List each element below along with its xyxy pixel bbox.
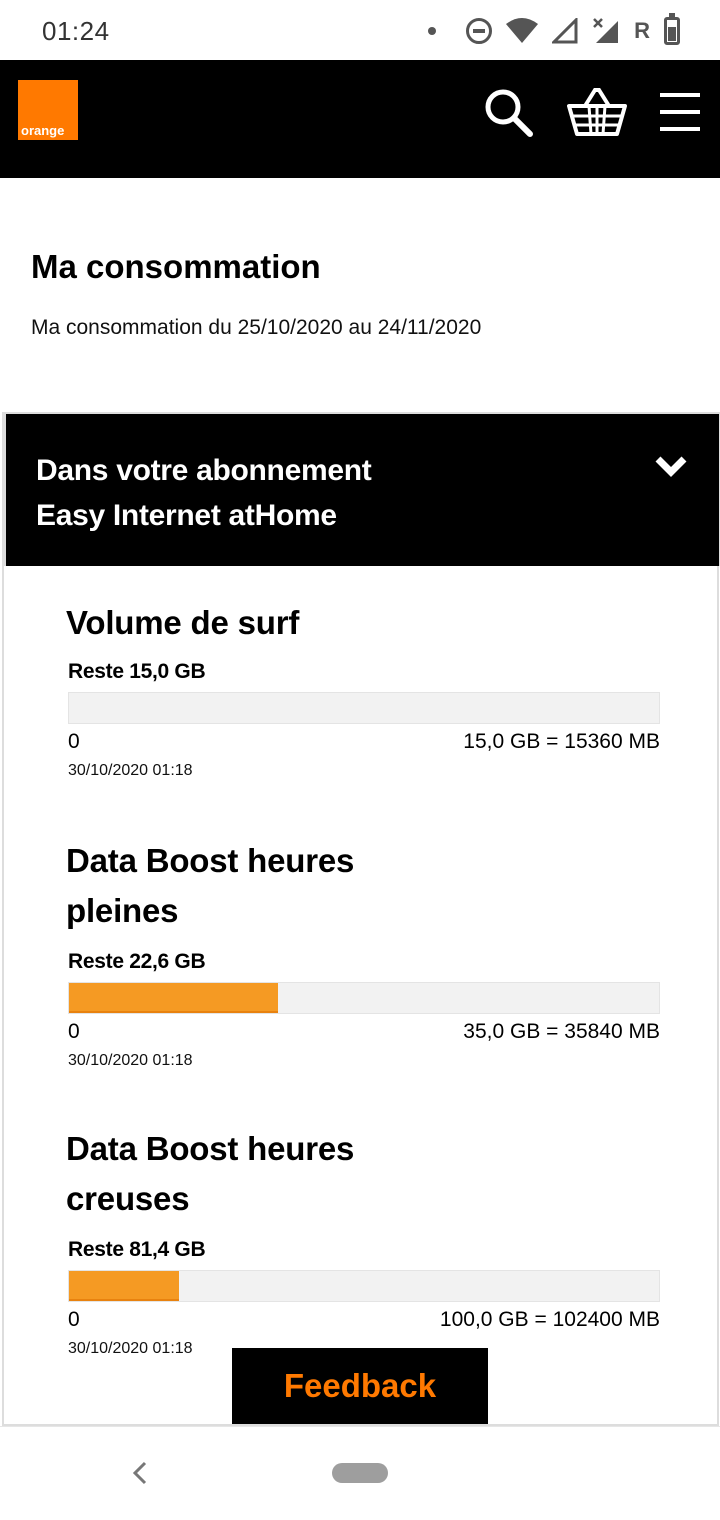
status-bar: 01:24 R	[0, 0, 720, 60]
usage-title: Data Boost heures pleines	[66, 836, 660, 936]
usage-progress-fill	[69, 983, 278, 1013]
back-icon	[132, 1461, 147, 1485]
do-not-disturb-icon	[466, 18, 493, 44]
accordion-header[interactable]: Dans votre abonnement Easy Internet atHo…	[4, 412, 720, 566]
usage-progress-bar	[68, 982, 660, 1014]
signal-icon	[552, 18, 578, 44]
cart-button[interactable]	[566, 84, 628, 140]
usage-data-boost-heures-creuses: Data Boost heures creuses Reste 81,4 GB …	[66, 1124, 660, 1364]
usage-progress-fill	[69, 1271, 179, 1301]
subscription-accordion: Dans votre abonnement Easy Internet atHo…	[2, 412, 720, 1426]
accordion-toggle[interactable]	[653, 452, 689, 482]
usage-timestamp: 30/10/2020 01:18	[68, 762, 193, 779]
status-time: 01:24	[42, 16, 110, 46]
feedback-label: Feedback	[283, 1367, 437, 1404]
usage-scale-min: 0	[68, 1020, 80, 1043]
home-pill-icon[interactable]	[332, 1463, 388, 1483]
accordion-title-line2: Easy Internet atHome	[36, 499, 337, 532]
logo-text: orange	[21, 123, 65, 138]
chevron-down-icon	[655, 456, 687, 477]
roaming-indicator: R	[634, 18, 650, 43]
back-button[interactable]	[126, 1457, 154, 1489]
accordion-title: Dans votre abonnement Easy Internet atHo…	[36, 448, 372, 538]
cart-icon	[567, 88, 627, 136]
usage-scale-min: 0	[68, 730, 80, 753]
usage-title-line1: Data Boost heures	[66, 1130, 355, 1167]
usage-title-line2: creuses	[66, 1180, 190, 1217]
usage-title-line2: pleines	[66, 892, 179, 929]
usage-data-boost-heures-pleines: Data Boost heures pleines Reste 22,6 GB …	[66, 836, 660, 1076]
search-button[interactable]	[480, 84, 536, 140]
usage-remaining: Reste 81,4 GB	[68, 1238, 206, 1261]
orange-logo[interactable]: orange	[18, 80, 78, 140]
signal-no-data-icon	[592, 17, 620, 45]
usage-timestamp: 30/10/2020 01:18	[68, 1052, 193, 1069]
search-icon	[485, 89, 533, 137]
battery-icon	[664, 13, 680, 45]
page-subtitle: Ma consommation du 25/10/2020 au 24/11/2…	[31, 316, 482, 339]
status-icons: R	[428, 13, 680, 48]
menu-button[interactable]	[652, 84, 708, 140]
usage-title: Data Boost heures creuses	[66, 1124, 660, 1224]
notification-dot-icon	[428, 27, 437, 35]
usage-scale-min: 0	[68, 1308, 80, 1331]
usage-remaining: Reste 15,0 GB	[68, 660, 206, 683]
usage-title-line1: Data Boost heures	[66, 842, 355, 879]
usage-scale-max: 100,0 GB = 102400 MB	[439, 1308, 660, 1331]
usage-scale-max: 15,0 GB = 15360 MB	[463, 730, 660, 753]
usage-remaining: Reste 22,6 GB	[68, 950, 206, 973]
menu-icon	[660, 93, 700, 131]
usage-title: Volume de surf	[66, 604, 300, 641]
usage-scale-max: 35,0 GB = 35840 MB	[463, 1020, 660, 1043]
usage-volume-de-surf: Volume de surf Reste 15,0 GB 0 15,0 GB =…	[66, 598, 660, 798]
usage-progress-bar	[68, 1270, 660, 1302]
page-title: Ma consommation	[31, 248, 321, 285]
usage-timestamp: 30/10/2020 01:18	[68, 1340, 193, 1357]
usage-progress-bar	[68, 692, 660, 724]
feedback-button[interactable]: Feedback	[232, 1348, 488, 1424]
wifi-icon	[506, 18, 539, 44]
app-header: orange	[0, 60, 720, 178]
accordion-title-line1: Dans votre abonnement	[36, 454, 372, 487]
system-nav-bar	[0, 1426, 720, 1520]
